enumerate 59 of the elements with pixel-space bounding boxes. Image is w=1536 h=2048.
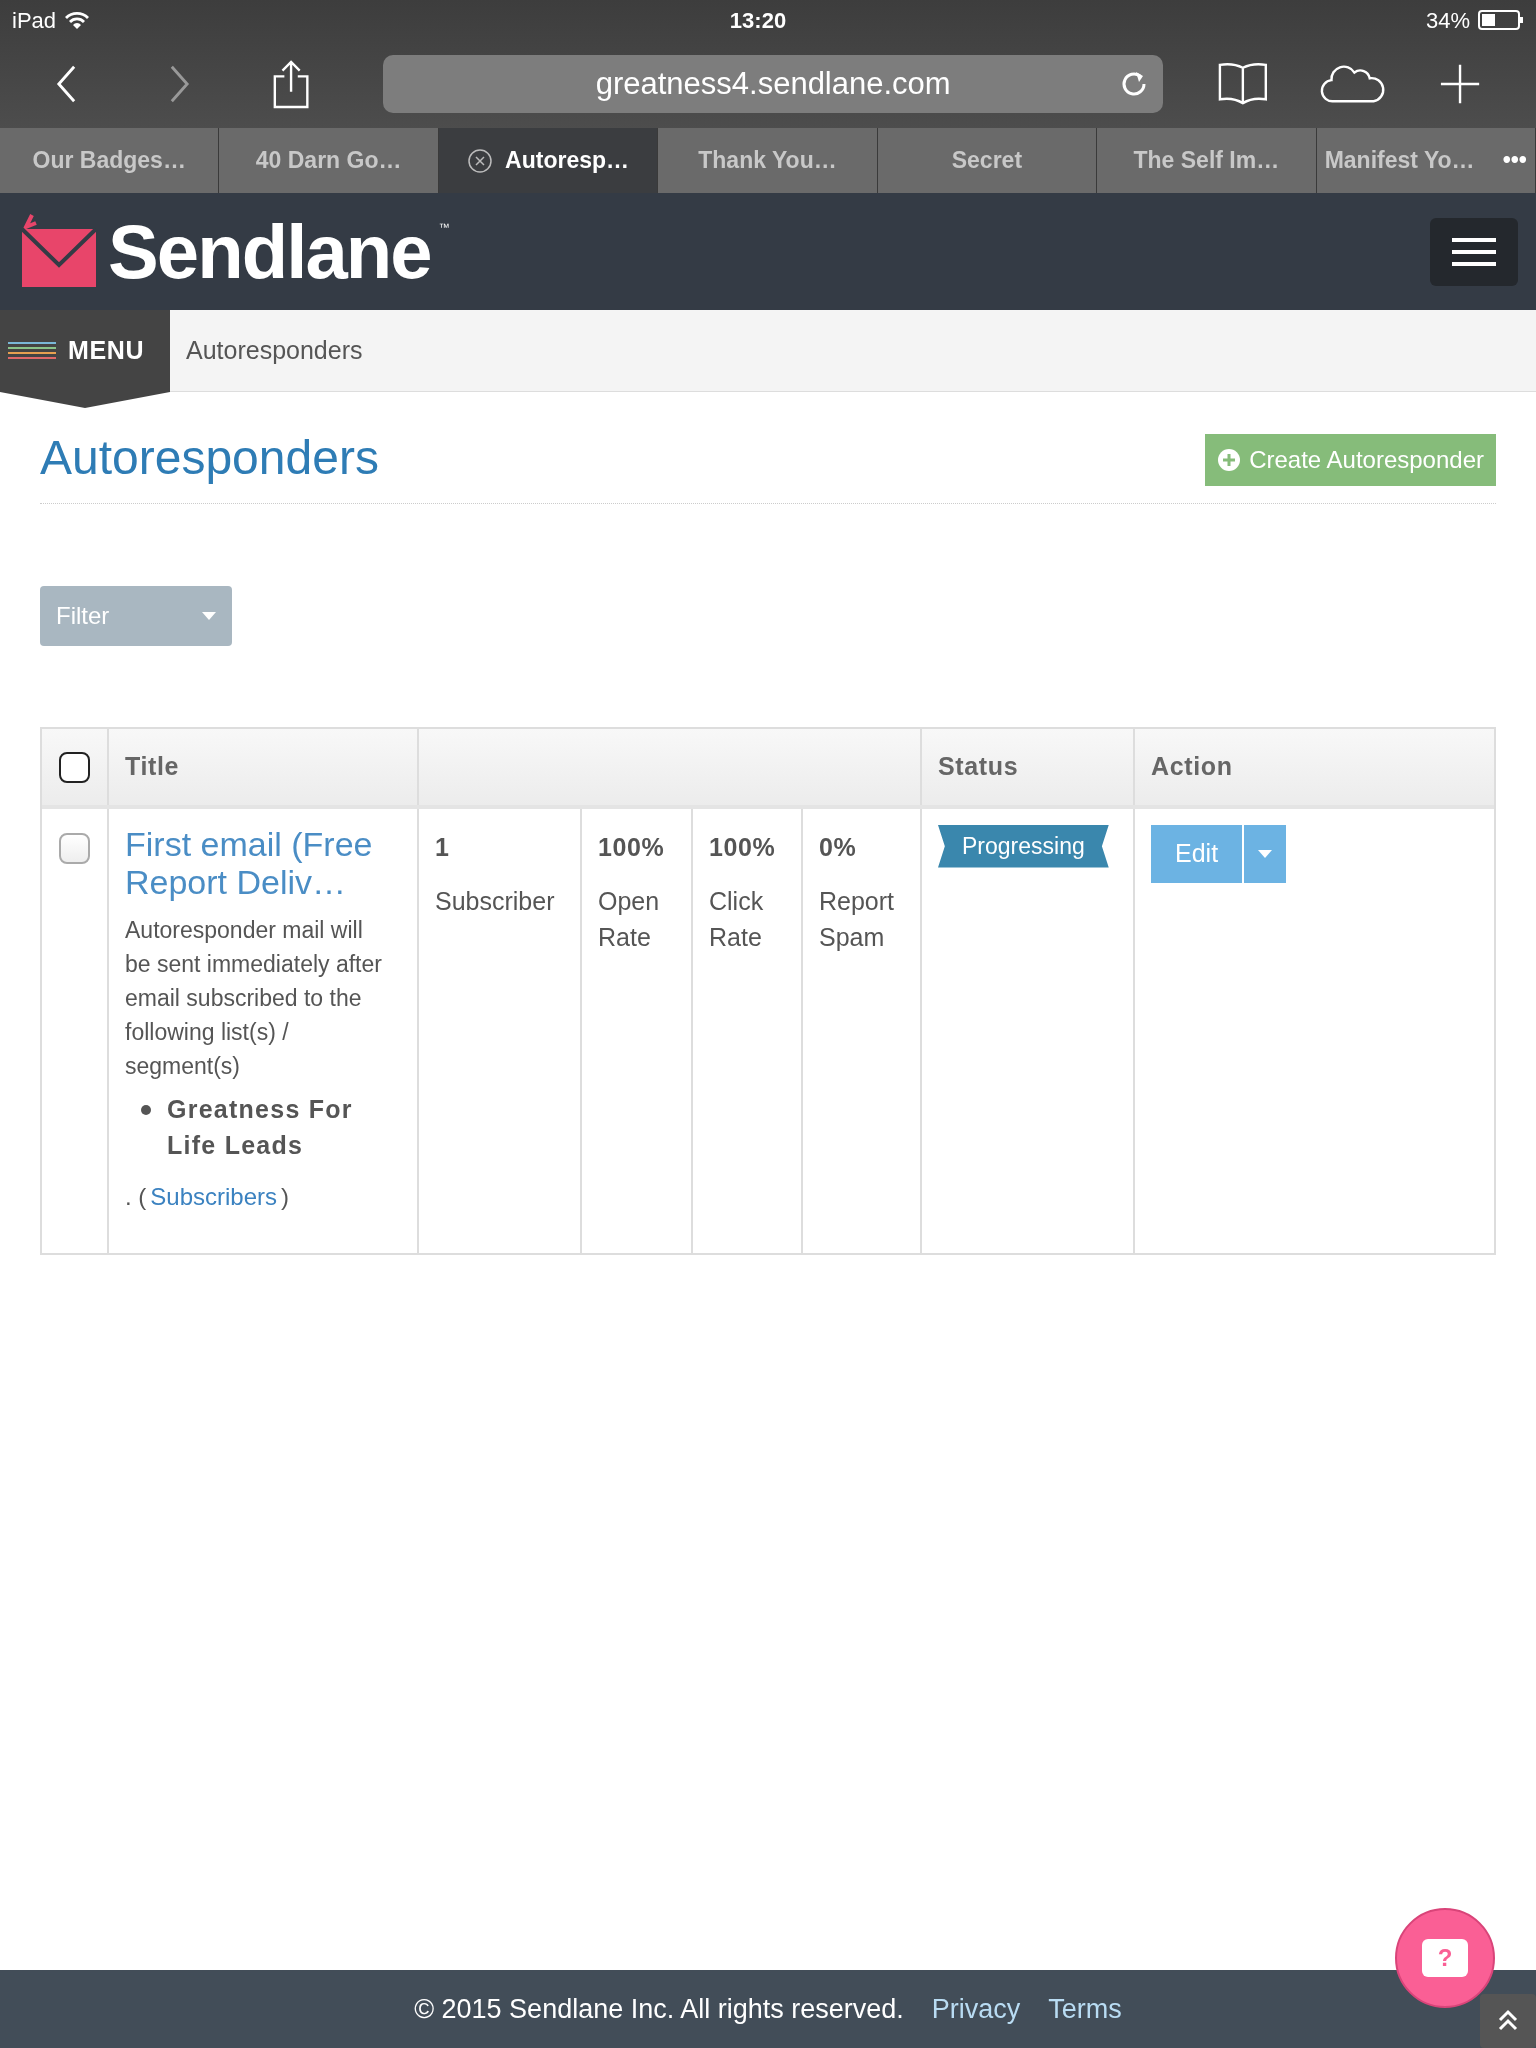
footer-link[interactable]: Terms (1048, 1988, 1122, 2030)
cloud-icon[interactable] (1320, 64, 1387, 104)
caret-icon (202, 612, 216, 620)
scroll-top-icon[interactable] (1480, 1994, 1536, 2048)
book-icon[interactable] (1218, 61, 1268, 107)
help-button[interactable]: ? (1395, 1908, 1495, 2008)
browser-tab[interactable]: Secret (877, 128, 1098, 193)
edit-button[interactable]: Edit (1151, 825, 1243, 883)
subscribers-suffix: ) (281, 1182, 290, 1212)
plus-circle-icon (1217, 447, 1242, 472)
stat-value: 1 (435, 832, 451, 863)
list-name: Greatness For Life Leads (167, 1094, 354, 1161)
browser-tab[interactable]: 40 Darn Go… (219, 128, 439, 193)
new-tab-icon[interactable] (1438, 62, 1481, 106)
browser-tab[interactable]: The Self Im… (1097, 128, 1317, 193)
browser-tab[interactable]: Thank You… (658, 128, 878, 193)
select-all-checkbox[interactable] (59, 751, 90, 783)
stat-value: 100% (598, 832, 666, 863)
browser-tab[interactable]: Autoresp… (438, 128, 659, 193)
subscribers-link[interactable]: Subscribers (150, 1179, 278, 1215)
column-header: Action (1151, 751, 1233, 783)
column-header: Title (125, 751, 180, 783)
device-name: iPad (12, 6, 57, 35)
address-bar[interactable]: greatness4.sendlane.com (383, 55, 1164, 113)
copyright: © 2015 Sendlane Inc. All rights reserved. (414, 1992, 904, 2026)
column-header: Status (938, 751, 1019, 783)
clock: 13:20 (729, 6, 787, 35)
status-ribbon: Progressing (938, 825, 1109, 868)
footer-link[interactable]: Privacy (931, 1988, 1021, 2030)
caret-icon (1258, 850, 1273, 858)
trademark: ™ (438, 219, 450, 235)
stat-label: Report Spam (819, 885, 896, 953)
bullet-icon (141, 1105, 151, 1115)
stat-label: Open Rate (598, 885, 661, 953)
subscribers-prefix: . ( (125, 1182, 147, 1212)
logo-text: Sendlane (108, 213, 431, 290)
create-autoresponder-button[interactable]: Create Autoresponder (1205, 433, 1496, 486)
back-icon[interactable] (55, 63, 78, 105)
filter-dropdown[interactable]: Filter (40, 586, 232, 646)
stat-label: Click Rate (709, 885, 765, 953)
stat-value: 0% (819, 832, 858, 863)
wifi-icon (64, 10, 91, 30)
breadcrumb-item[interactable]: Autoresponders (186, 331, 363, 370)
browser-tab[interactable]: Manifest Yo… ••• (1316, 128, 1536, 193)
autoresponder-title-link[interactable]: First email (Free Report Deliv… (125, 825, 401, 901)
description: Autoresponder mail will be sent immediately after email subscribed to the following list(s) / segment(s) (125, 916, 383, 1081)
stat-label: Subscriber (435, 885, 556, 917)
menu-toggle[interactable]: MENU (0, 310, 170, 408)
close-icon[interactable] (467, 147, 494, 174)
stat-value: 100% (709, 832, 777, 863)
more-tabs[interactable]: ••• (1502, 143, 1527, 178)
menu-button[interactable] (1430, 217, 1518, 286)
row-checkbox[interactable] (59, 833, 90, 864)
battery-icon (1478, 9, 1524, 31)
colored-lines-icon (8, 341, 56, 361)
menu-icon (1452, 236, 1496, 267)
battery-level: 34% (1425, 6, 1470, 35)
browser-tab[interactable]: Our Badges… (0, 128, 220, 193)
page-title: Autoresponders (40, 429, 379, 486)
